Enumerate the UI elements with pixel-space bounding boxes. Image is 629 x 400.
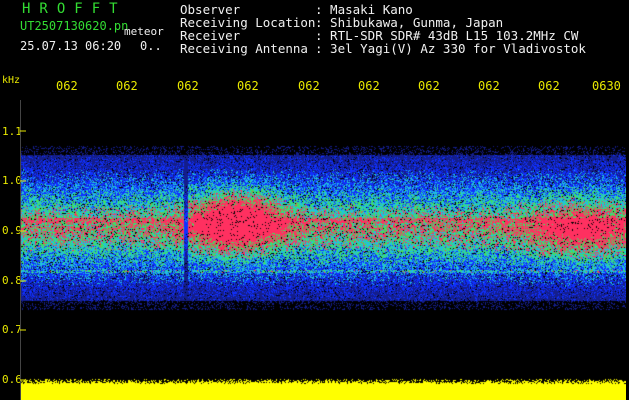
x-tick-label: 062 — [478, 79, 500, 93]
x-tick-label: 0630 — [592, 79, 621, 93]
file-name: UT2507130620.pn — [20, 19, 129, 33]
x-tick-label: 062 — [56, 79, 78, 93]
x-tick-label: 062 — [538, 79, 560, 93]
meteor-count: 0.. — [140, 39, 162, 53]
y-tick-label: 0.9 — [2, 224, 22, 237]
x-tick-label: 062 — [116, 79, 138, 93]
y-axis-line — [20, 100, 21, 400]
x-tick-label: 062 — [418, 79, 440, 93]
y-tick-label: 0.8 — [2, 274, 22, 287]
x-tick-label: 062 — [237, 79, 259, 93]
spectrogram-canvas — [20, 100, 626, 400]
y-tick-label: 1.1 — [2, 125, 22, 138]
antenna-value: : 3el Yagi(V) Az 330 for Vladivostok — [315, 41, 586, 56]
spectrogram-display — [20, 100, 626, 400]
hrofft-window: HROFFT UT2507130620.pn meteor 25.07.13 0… — [0, 0, 629, 400]
y-axis-unit: kHz — [2, 75, 21, 86]
app-title: HROFFT — [22, 1, 127, 17]
x-tick-label: 062 — [298, 79, 320, 93]
y-tick-label: 1.0 — [2, 174, 22, 187]
x-tick-label: 062 — [358, 79, 380, 93]
y-tick-label: 0.7 — [2, 323, 22, 336]
y-tick-label: 0.6 — [2, 373, 22, 386]
observation-datetime: 25.07.13 06:20 — [20, 39, 122, 53]
meteor-label: meteor — [124, 25, 164, 38]
x-tick-label: 062 — [177, 79, 199, 93]
antenna-label: Receiving Antenna — [180, 41, 308, 56]
